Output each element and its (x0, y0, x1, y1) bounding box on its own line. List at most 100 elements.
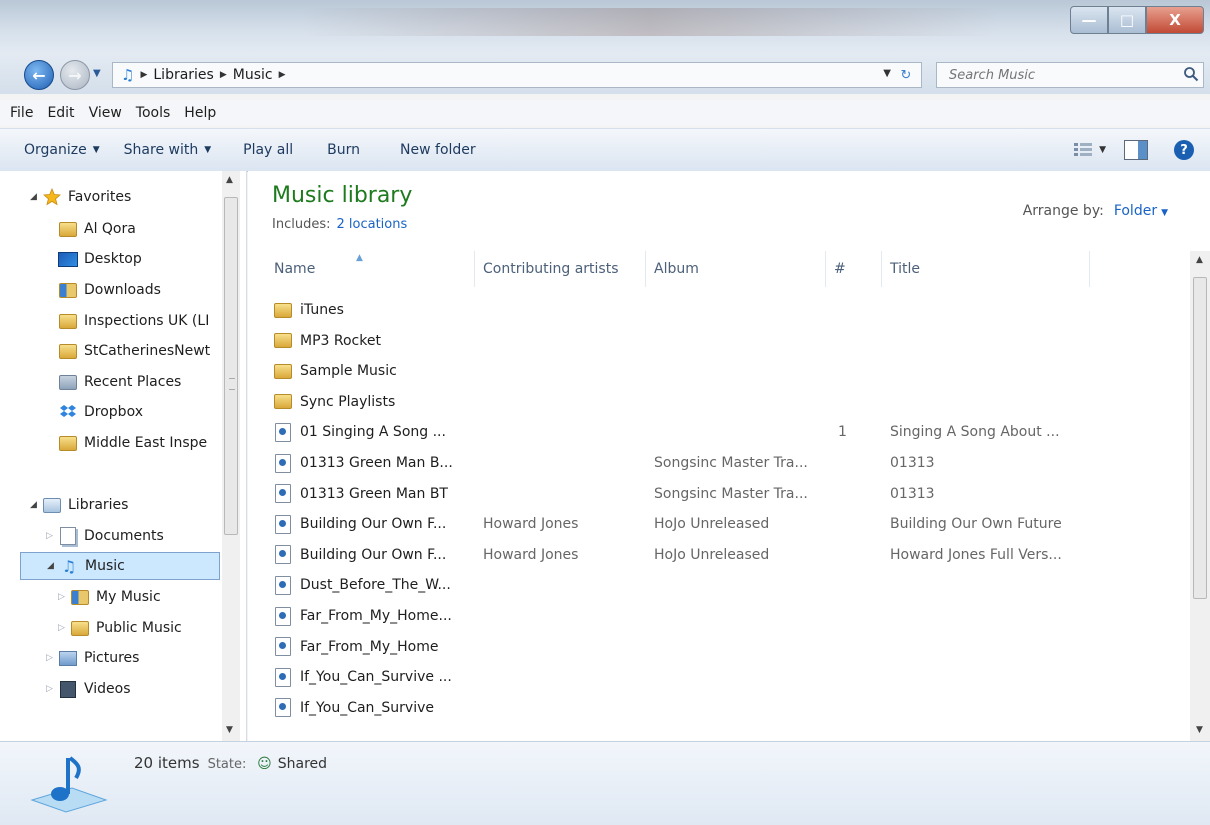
audio-file-icon (274, 453, 292, 473)
file-name: If_You_Can_Survive ... (300, 669, 452, 686)
nav-favorite-desktop[interactable]: Desktop (58, 245, 220, 273)
table-row[interactable]: If_You_Can_Survive ... (248, 662, 1188, 692)
nav-public-music[interactable]: ▷ Public Music (58, 614, 220, 642)
chevron-down-icon[interactable]: ▼ (1161, 208, 1168, 218)
column-header-album[interactable]: Album (646, 251, 826, 287)
scroll-down-icon[interactable]: ▼ (226, 725, 233, 735)
breadcrumb-libraries[interactable]: Libraries (153, 67, 213, 83)
folder-icon (58, 342, 78, 360)
expand-arrow-icon[interactable]: ▷ (58, 592, 70, 602)
nav-scrollbar-thumb[interactable] (224, 197, 238, 535)
back-button[interactable]: ← (24, 60, 54, 90)
column-header-title[interactable]: Title (882, 251, 1090, 287)
new-folder-button[interactable]: New folder (400, 142, 476, 158)
change-view-icon[interactable] (1073, 142, 1093, 158)
search-box[interactable] (936, 62, 1204, 88)
folder-icon (274, 301, 292, 319)
table-row[interactable]: Building Our Own F... Howard Jones HoJo Un… (248, 509, 1188, 539)
locations-link[interactable]: 2 locations (336, 217, 407, 232)
table-row[interactable]: iTunes (248, 295, 1188, 325)
breadcrumb-separator-icon[interactable]: ▶ (220, 70, 227, 80)
arrange-by-dropdown[interactable]: Folder (1114, 203, 1157, 219)
nav-music[interactable]: ◢ ♫ Music (20, 552, 220, 580)
nav-favorite-middle-east[interactable]: Middle East Inspe (58, 429, 220, 457)
expand-arrow-icon[interactable]: ▷ (46, 531, 58, 541)
nav-favorite-recent-places[interactable]: Recent Places (58, 368, 220, 396)
maximize-button[interactable]: □ (1108, 6, 1146, 34)
table-row[interactable]: Sample Music (248, 356, 1188, 386)
scroll-up-icon[interactable]: ▲ (226, 175, 233, 185)
burn-button[interactable]: Burn (327, 142, 360, 158)
table-row[interactable]: Sync Playlists (248, 387, 1188, 417)
forward-button[interactable]: → (60, 60, 90, 90)
nav-pictures[interactable]: ▷ Pictures (46, 644, 220, 672)
expand-arrow-icon[interactable]: ▷ (58, 623, 70, 633)
table-row[interactable]: Far_From_My_Home... (248, 601, 1188, 631)
table-row[interactable]: 01 Singing A Song ... 1 Singing A Song Abo… (248, 417, 1188, 447)
search-icon[interactable] (1183, 66, 1199, 82)
table-row[interactable]: If_You_Can_Survive (248, 693, 1188, 723)
help-icon[interactable]: ? (1174, 140, 1194, 160)
table-row[interactable]: MP3 Rocket (248, 326, 1188, 356)
minimize-button[interactable]: — (1070, 6, 1108, 34)
back-arrow-icon: ← (32, 65, 46, 85)
close-button[interactable]: X (1146, 6, 1204, 34)
scroll-up-icon[interactable]: ▲ (1196, 255, 1203, 265)
nav-favorite-dropbox[interactable]: Dropbox (58, 398, 220, 426)
cell-album (654, 570, 829, 600)
search-input[interactable] (947, 63, 1171, 87)
expand-arrow-icon[interactable]: ▷ (46, 653, 58, 663)
content-scrollbar-thumb[interactable] (1193, 277, 1207, 599)
nav-favorite-stcatherinesnewt[interactable]: StCatherinesNewt (58, 337, 220, 365)
address-bar[interactable]: ♫ ▶ Libraries ▶ Music ▶ ▼ ↻ (112, 62, 922, 88)
nav-libraries[interactable]: ◢ Libraries (30, 491, 220, 519)
audio-file-icon (274, 484, 292, 504)
refresh-icon[interactable]: ↻ (895, 65, 917, 85)
cell-album (654, 326, 829, 356)
nav-favorites[interactable]: ◢ Favorites (30, 183, 220, 211)
recent-pages-dropdown[interactable]: ▼ (93, 68, 101, 79)
menu-file[interactable]: File (10, 105, 33, 121)
column-header-contributing-artists[interactable]: Contributing artists (475, 251, 646, 287)
table-row[interactable]: Dust_Before_The_W... (248, 570, 1188, 600)
column-header-name[interactable]: Name (266, 251, 475, 287)
scroll-down-icon[interactable]: ▼ (1196, 725, 1203, 735)
title-bar: — □ X (0, 0, 1210, 54)
nav-favorite-inspections-uk[interactable]: Inspections UK (LI (58, 307, 220, 335)
menu-view[interactable]: View (89, 105, 122, 121)
breadcrumb-separator-icon[interactable]: ▶ (140, 70, 147, 80)
expand-arrow-icon[interactable]: ◢ (30, 192, 42, 202)
share-with-button[interactable]: Share with ▼ (124, 142, 211, 158)
expand-arrow-icon[interactable]: ▷ (46, 684, 58, 694)
menu-edit[interactable]: Edit (47, 105, 74, 121)
nav-my-music[interactable]: ▷ My Music (58, 583, 220, 611)
preview-pane-icon[interactable] (1124, 140, 1148, 160)
play-all-button[interactable]: Play all (243, 142, 293, 158)
nav-favorite-downloads[interactable]: Downloads (58, 276, 220, 304)
nav-item-label: Recent Places (84, 374, 182, 390)
library-title: Music library (272, 183, 413, 208)
nav-documents[interactable]: ▷ Documents (46, 522, 220, 550)
menu-help[interactable]: Help (184, 105, 216, 121)
table-row[interactable]: 01313 Green Man B... Songsinc Master Tra.… (248, 448, 1188, 478)
expand-arrow-icon[interactable]: ◢ (47, 561, 59, 571)
organize-button[interactable]: Organize ▼ (24, 142, 100, 158)
desktop-icon (58, 250, 78, 268)
address-dropdown-icon[interactable]: ▼ (883, 68, 891, 79)
column-header-number[interactable]: # (826, 251, 882, 287)
nav-videos[interactable]: ▷ Videos (46, 675, 220, 703)
content-scrollbar[interactable]: ▲ ▼ (1190, 251, 1210, 741)
table-row[interactable]: 01313 Green Man BT Songsinc Master Tra...… (248, 479, 1188, 509)
menu-tools[interactable]: Tools (136, 105, 171, 121)
expand-arrow-icon[interactable]: ◢ (30, 500, 42, 510)
view-dropdown-icon[interactable]: ▼ (1099, 145, 1106, 155)
nav-favorite-al-qora[interactable]: Al Qora (58, 215, 220, 243)
content-pane: Music library Includes: 2 locations Arran… (248, 171, 1210, 741)
folder-icon (274, 332, 292, 350)
breadcrumb-separator-icon[interactable]: ▶ (279, 70, 286, 80)
nav-scrollbar[interactable]: ▲ ▼ (222, 171, 240, 741)
breadcrumb-music[interactable]: Music (233, 67, 273, 83)
table-row[interactable]: Far_From_My_Home (248, 632, 1188, 662)
file-name: Sync Playlists (300, 393, 396, 410)
table-row[interactable]: Building Our Own F... Howard Jones HoJo Un… (248, 540, 1188, 570)
